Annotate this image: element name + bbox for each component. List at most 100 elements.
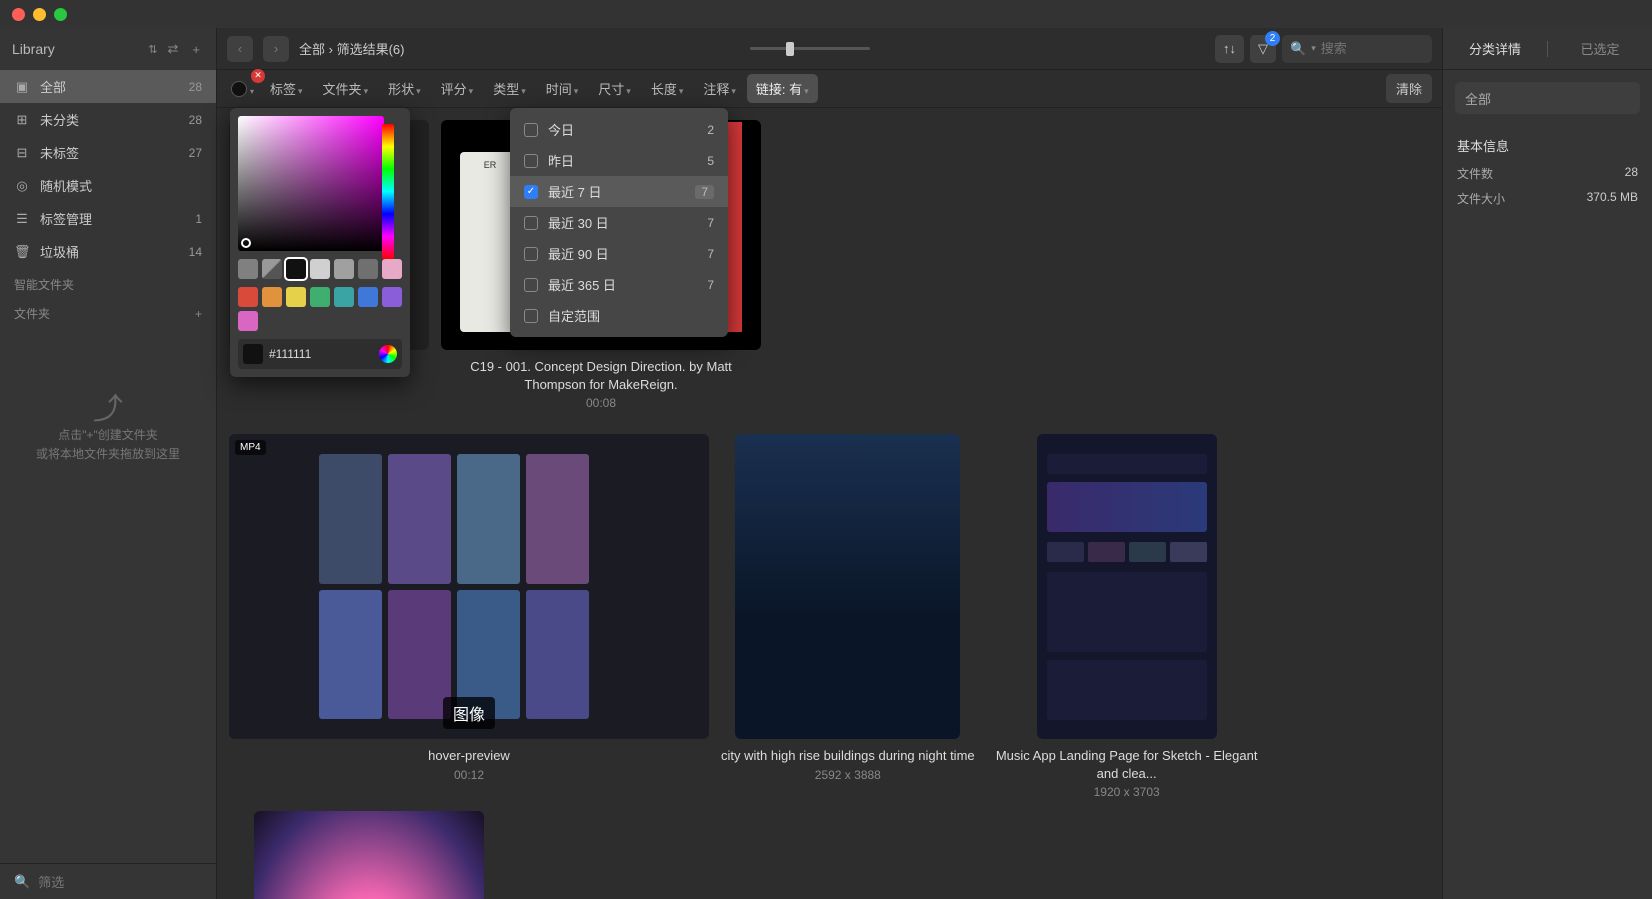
add-folder-icon[interactable]: + bbox=[195, 307, 202, 321]
swatch[interactable] bbox=[262, 259, 282, 279]
hex-input-row[interactable]: #111111 bbox=[238, 339, 402, 369]
swatch[interactable] bbox=[238, 287, 258, 307]
filter-badge: 2 bbox=[1265, 31, 1280, 46]
search-input[interactable] bbox=[1321, 41, 1424, 56]
checkbox-icon bbox=[524, 216, 538, 230]
swatch[interactable] bbox=[238, 259, 258, 279]
filter-chip-time[interactable]: 时间▾ bbox=[537, 74, 588, 103]
sidebar-item-5[interactable]: 🗑垃圾桶14 bbox=[0, 235, 216, 268]
grid-item[interactable]: MP4 图像 hover-preview 00:12 bbox=[229, 434, 709, 799]
tab-selected[interactable]: 已选定 bbox=[1548, 29, 1652, 68]
swatch[interactable] bbox=[238, 311, 258, 331]
sidebar-icon: ⊞ bbox=[14, 112, 30, 128]
library-sort-icon[interactable]: ⇅ bbox=[148, 43, 157, 56]
search-box[interactable]: 🔍▾ bbox=[1282, 35, 1432, 63]
filter-chip-tag[interactable]: 标签▾ bbox=[261, 74, 312, 103]
sidebar-item-0[interactable]: ▣全部28 bbox=[0, 70, 216, 103]
time-option[interactable]: 今日2 bbox=[510, 114, 728, 145]
grid-item[interactable]: Music App Landing Page for Sketch - Eleg… bbox=[987, 434, 1267, 799]
search-icon: 🔍 bbox=[14, 874, 30, 890]
library-header: Library ⇅ ⇄ + bbox=[0, 28, 216, 70]
checkbox-icon bbox=[524, 247, 538, 261]
time-option[interactable]: 最近 90 日7 bbox=[510, 238, 728, 269]
thumbnail-size-slider[interactable] bbox=[750, 47, 870, 50]
close-window-icon[interactable] bbox=[12, 8, 25, 21]
swatch[interactable] bbox=[334, 287, 354, 307]
folder-dropzone[interactable]: ⤴ 点击"+"创建文件夹 或将本地文件夹拖放到这里 bbox=[0, 326, 216, 464]
checkbox-icon bbox=[524, 309, 538, 323]
time-option[interactable]: 自定范围 bbox=[510, 300, 728, 331]
smart-folders-header[interactable]: 智能文件夹 bbox=[0, 268, 216, 297]
folders-header[interactable]: 文件夹 + bbox=[0, 297, 216, 326]
filter-chip-folder[interactable]: 文件夹▾ bbox=[314, 74, 378, 103]
info-row: 文件大小370.5 MB bbox=[1443, 186, 1652, 211]
swatch[interactable] bbox=[310, 259, 330, 279]
filter-chip-size[interactable]: 尺寸▾ bbox=[589, 74, 640, 103]
checkbox-icon bbox=[524, 154, 538, 168]
nav-back-button[interactable]: ‹ bbox=[227, 36, 253, 62]
sort-button[interactable]: ↑↓ bbox=[1215, 35, 1244, 63]
swatch[interactable] bbox=[310, 287, 330, 307]
filter-chip-shape[interactable]: 形状▾ bbox=[379, 74, 430, 103]
library-swap-icon[interactable]: ⇄ bbox=[164, 39, 183, 59]
filter-toggle-button[interactable]: ▽ 2 bbox=[1250, 35, 1276, 63]
time-filter-dropdown: 今日2昨日5✓最近 7 日7最近 30 日7最近 90 日7最近 365 日7自… bbox=[510, 108, 728, 337]
hue-slider[interactable] bbox=[382, 124, 394, 259]
filter-chip-type[interactable]: 类型▾ bbox=[484, 74, 535, 103]
color-gradient[interactable] bbox=[238, 116, 384, 251]
maximize-window-icon[interactable] bbox=[54, 8, 67, 21]
sidebar-item-3[interactable]: ◎随机模式 bbox=[0, 169, 216, 202]
breadcrumb[interactable]: 全部 › 筛选结果(6) bbox=[299, 39, 404, 58]
swatch[interactable] bbox=[262, 287, 282, 307]
color-filter-chip[interactable]: ▾ ✕ bbox=[227, 77, 257, 101]
grid-item[interactable]: city with high rise buildings during nig… bbox=[721, 434, 975, 799]
filter-chip-link[interactable]: 链接: 有▾ bbox=[747, 74, 818, 103]
sidebar-item-2[interactable]: ⊟未标签27 bbox=[0, 136, 216, 169]
sidebar-icon: ◎ bbox=[14, 178, 30, 194]
filter-bar: ▾ ✕ 标签▾文件夹▾形状▾评分▾类型▾时间▾尺寸▾长度▾注释▾链接: 有▾ 清… bbox=[217, 70, 1442, 108]
filter-chip-rating[interactable]: 评分▾ bbox=[432, 74, 483, 103]
topbar: ‹ › 全部 › 筛选结果(6) ↑↓ ▽ 2 🔍▾ bbox=[217, 28, 1442, 70]
sidebar-item-4[interactable]: ☰标签管理1 bbox=[0, 202, 216, 235]
basic-info-heading: 基本信息 bbox=[1443, 126, 1652, 161]
swatch[interactable] bbox=[334, 259, 354, 279]
window-titlebar bbox=[0, 0, 1652, 28]
left-sidebar: Library ⇅ ⇄ + ▣全部28⊞未分类28⊟未标签27◎随机模式☰标签管… bbox=[0, 28, 217, 899]
filter-chip-length[interactable]: 长度▾ bbox=[642, 74, 693, 103]
library-title[interactable]: Library bbox=[12, 41, 142, 57]
time-option[interactable]: 最近 365 日7 bbox=[510, 269, 728, 300]
swatch[interactable] bbox=[358, 259, 378, 279]
time-option[interactable]: ✓最近 7 日7 bbox=[510, 176, 728, 207]
swatch[interactable] bbox=[286, 259, 306, 279]
sidebar-icon: ☰ bbox=[14, 211, 30, 227]
minimize-window-icon[interactable] bbox=[33, 8, 46, 21]
category-all-box[interactable]: 全部 bbox=[1455, 82, 1640, 114]
mp4-badge: MP4 bbox=[235, 440, 266, 455]
color-wheel-icon[interactable] bbox=[379, 345, 397, 363]
library-add-icon[interactable]: + bbox=[188, 40, 204, 59]
sidebar-icon: 🗑 bbox=[14, 244, 30, 260]
sidebar-icon: ⊟ bbox=[14, 145, 30, 161]
remove-color-filter-icon[interactable]: ✕ bbox=[251, 69, 265, 83]
nav-forward-button[interactable]: › bbox=[263, 36, 289, 62]
search-icon: 🔍 bbox=[1290, 41, 1306, 57]
grid-item[interactable]: man in blue denim jeans and white shirt … bbox=[229, 811, 509, 899]
checkbox-icon bbox=[524, 278, 538, 292]
time-option[interactable]: 最近 30 日7 bbox=[510, 207, 728, 238]
sidebar-icon: ▣ bbox=[14, 79, 30, 95]
right-panel: 分类详情 已选定 全部 基本信息 文件数28文件大小370.5 MB bbox=[1442, 28, 1652, 899]
time-option[interactable]: 昨日5 bbox=[510, 145, 728, 176]
swatch[interactable] bbox=[286, 287, 306, 307]
sidebar-item-1[interactable]: ⊞未分类28 bbox=[0, 103, 216, 136]
tab-category-detail[interactable]: 分类详情 bbox=[1443, 29, 1547, 68]
hex-value[interactable]: #111111 bbox=[269, 347, 373, 361]
swatch[interactable] bbox=[382, 259, 402, 279]
info-row: 文件数28 bbox=[1443, 161, 1652, 186]
swatch[interactable] bbox=[358, 287, 378, 307]
swatch[interactable] bbox=[382, 287, 402, 307]
sidebar-filter[interactable]: 🔍 筛选 bbox=[0, 863, 216, 899]
hint-arrow-icon: ⤴ bbox=[12, 386, 204, 426]
color-picker-popover: #111111 bbox=[230, 108, 410, 377]
filter-chip-note[interactable]: 注释▾ bbox=[694, 74, 745, 103]
clear-filters-button[interactable]: 清除 bbox=[1386, 74, 1432, 103]
